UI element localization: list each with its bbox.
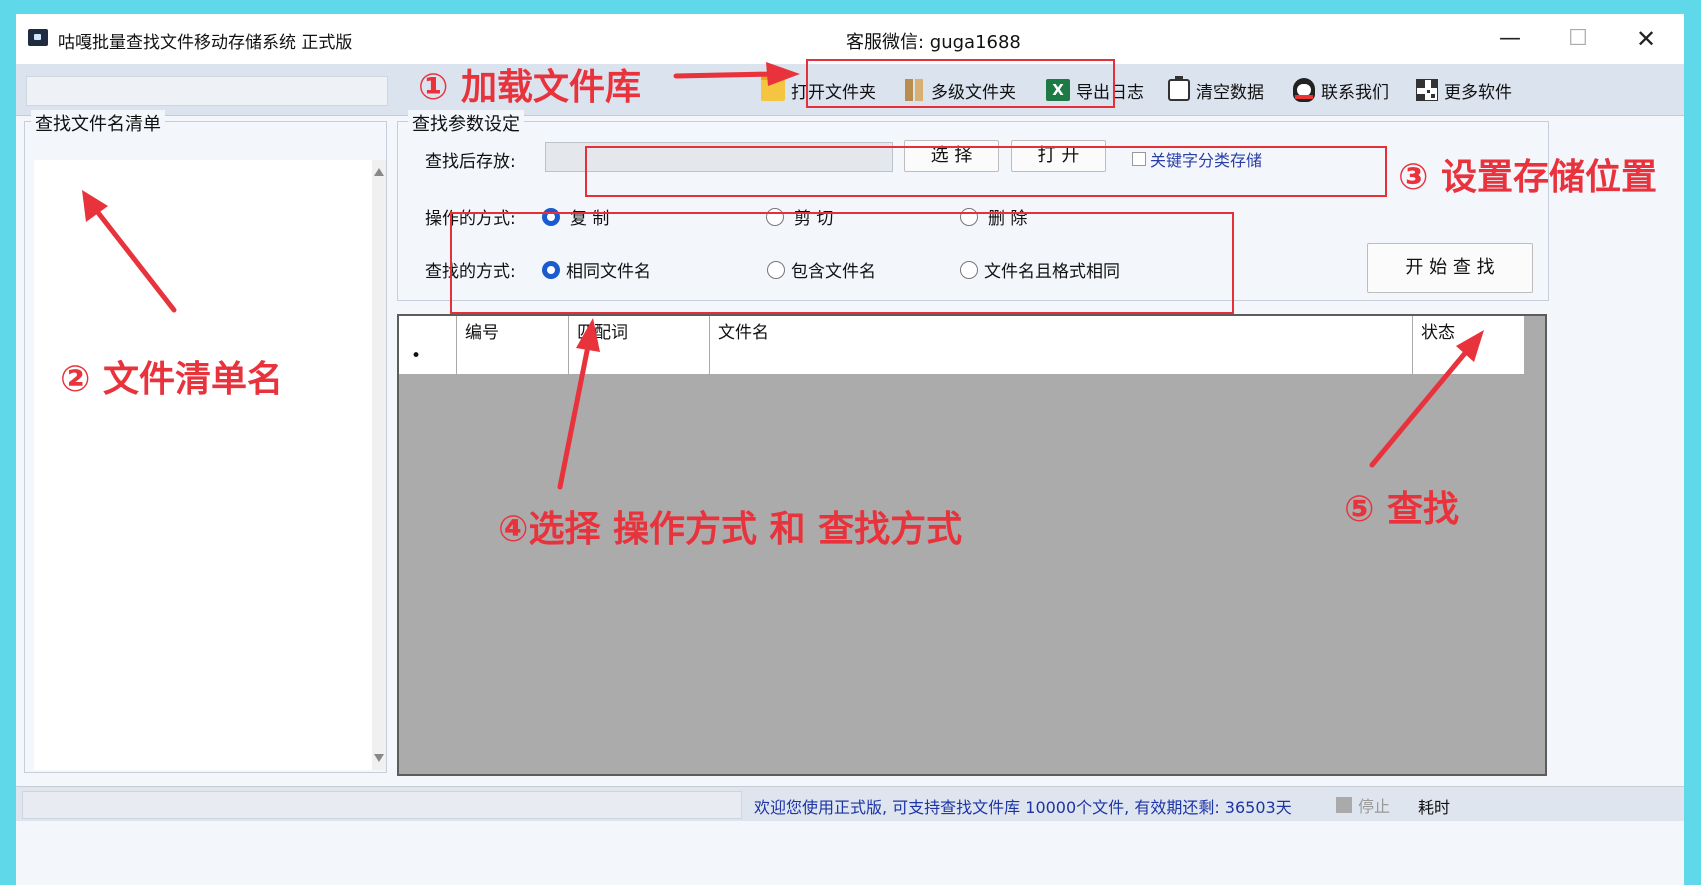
file-name-list[interactable] (34, 160, 372, 770)
scroll-up-icon[interactable] (374, 168, 384, 176)
grid-header-id[interactable]: 编号 (457, 316, 569, 344)
minimize-icon[interactable]: — (1486, 22, 1534, 56)
stop-icon (1336, 797, 1352, 813)
contact-us-button[interactable]: 联系我们 (1293, 76, 1389, 104)
stop-label: 停止 (1358, 797, 1391, 816)
save-location-label: 查找后存放: (425, 152, 516, 172)
annotation-storage: ③ 设置存储位置 (1398, 157, 1658, 198)
annotation-load-library: ① 加载文件库 (418, 67, 642, 108)
annotation-modes: ④选择 操作方式 和 查找方式 (498, 509, 963, 550)
clipboard-icon (1168, 76, 1190, 101)
title-bar: 咕嘎批量查找文件移动存储系统 正式版 客服微信: guga1688 — ☐ ✕ (16, 14, 1684, 64)
grid-cell-status[interactable] (1413, 344, 1524, 374)
folder-icon (761, 75, 785, 101)
grid-header-status[interactable]: 状态 (1413, 316, 1524, 344)
row-marker: • (399, 344, 457, 374)
status-bar: 欢迎您使用正式版, 可支持查找文件库 10000个文件, 有效期还剩: 3650… (16, 786, 1684, 821)
annotation-search: ⑤ 查找 (1344, 489, 1460, 530)
more-software-button[interactable]: 更多软件 (1416, 76, 1512, 104)
qr-code-icon (1416, 79, 1438, 101)
toolbar-blank-field (26, 76, 388, 106)
status-message: 欢迎您使用正式版, 可支持查找文件库 10000个文件, 有效期还剩: 3650… (754, 798, 1292, 817)
grid-cell-filename[interactable] (710, 344, 1413, 374)
grid-header-match[interactable]: 匹配词 (569, 316, 710, 344)
annotation-box-modes (450, 212, 1234, 314)
scroll-down-icon[interactable] (374, 754, 384, 762)
grid-cell-match[interactable] (569, 344, 710, 374)
grid-cell-id[interactable] (457, 344, 569, 374)
elapsed-label: 耗时 (1418, 798, 1451, 817)
app-icon (28, 29, 48, 46)
grid-header-filename[interactable]: 文件名 (710, 316, 1413, 344)
start-search-button[interactable]: 开 始 查 找 (1367, 243, 1533, 293)
annotation-box-storage (585, 146, 1387, 197)
annotation-file-list: ② 文件清单名 (60, 359, 284, 400)
annotation-box-toolbar (806, 59, 1115, 108)
stop-button[interactable]: 停止 (1336, 793, 1390, 817)
status-progress-field (22, 791, 742, 819)
file-list-legend: 查找文件名清单 (31, 110, 165, 136)
more-software-label: 更多软件 (1444, 82, 1512, 103)
window-title: 咕嘎批量查找文件移动存储系统 正式版 (58, 33, 353, 53)
table-row[interactable]: • (399, 344, 1524, 374)
grid-header-rowhead (399, 316, 457, 344)
clear-data-label: 清空数据 (1196, 82, 1264, 103)
clear-data-button[interactable]: 清空数据 (1168, 76, 1264, 104)
close-icon[interactable]: ✕ (1622, 22, 1670, 56)
qq-penguin-icon (1293, 78, 1315, 102)
app-window: 咕嘎批量查找文件移动存储系统 正式版 客服微信: guga1688 — ☐ ✕ … (16, 14, 1684, 885)
maximize-icon[interactable]: ☐ (1554, 22, 1602, 56)
search-params-legend: 查找参数设定 (408, 110, 524, 136)
file-list-scrollbar[interactable] (372, 160, 386, 770)
contact-us-label: 联系我们 (1321, 82, 1389, 103)
support-wechat: 客服微信: guga1688 (846, 32, 1021, 53)
grid-header-row: 编号 匹配词 文件名 状态 (399, 316, 1524, 345)
